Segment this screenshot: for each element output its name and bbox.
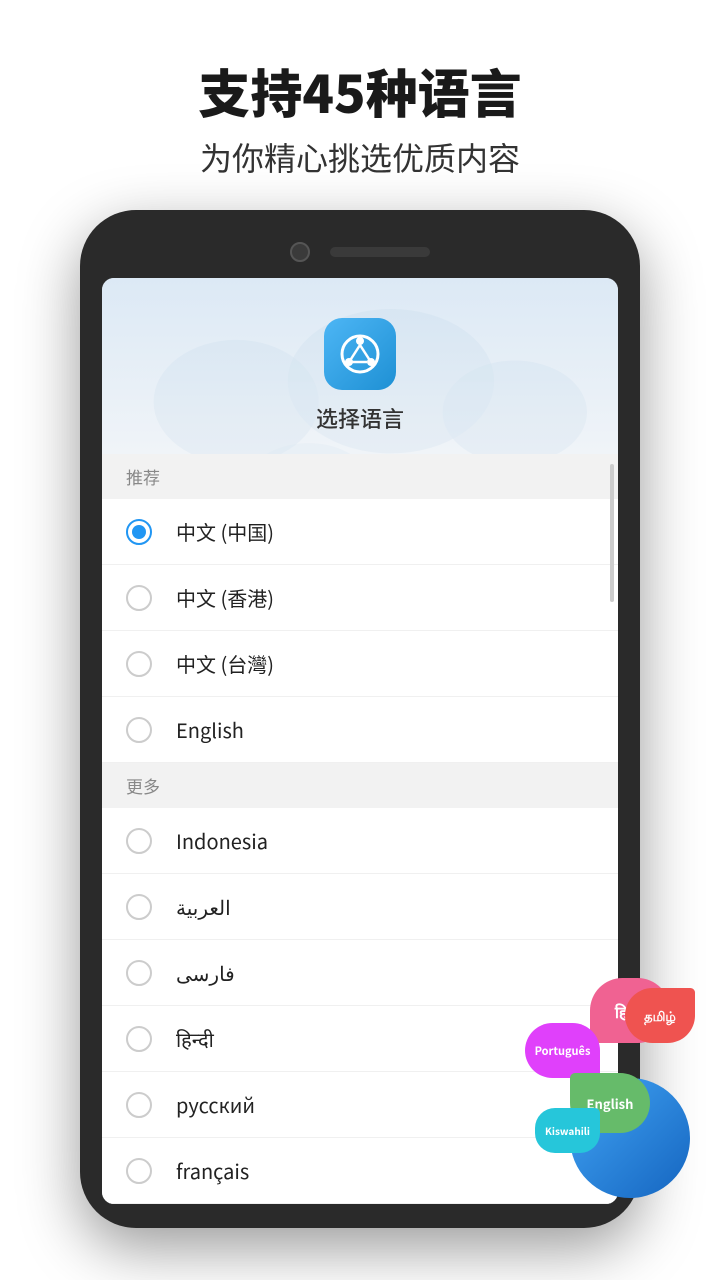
language-item-arabic[interactable]: العربية bbox=[102, 874, 618, 940]
phone-wrapper: 选择语言 推荐 中文 (中国) 中文 (香港) 中文 (台灣) bbox=[80, 210, 640, 1228]
radio-english bbox=[126, 717, 152, 743]
radio-zh-cn bbox=[126, 519, 152, 545]
radio-zh-tw bbox=[126, 651, 152, 677]
sticker-container: हिन्दी Português தமிழ் English Kiswahili bbox=[460, 978, 680, 1178]
bubble-tamil: தமிழ் bbox=[625, 988, 695, 1043]
language-item-zh-tw[interactable]: 中文 (台灣) bbox=[102, 631, 618, 697]
lang-text-english: English bbox=[176, 715, 244, 744]
app-icon-svg bbox=[338, 332, 382, 376]
lang-text-russian: русский bbox=[176, 1090, 255, 1119]
lang-text-farsi: فارسی bbox=[176, 958, 235, 987]
radio-farsi bbox=[126, 960, 152, 986]
scrollbar bbox=[610, 464, 614, 603]
lang-text-arabic: العربية bbox=[176, 892, 231, 921]
language-item-zh-cn[interactable]: 中文 (中国) bbox=[102, 499, 618, 565]
language-item-zh-hk[interactable]: 中文 (香港) bbox=[102, 565, 618, 631]
radio-inner-zh-cn bbox=[132, 525, 146, 539]
phone-top-bar bbox=[102, 234, 618, 278]
lang-text-indonesia: Indonesia bbox=[176, 826, 268, 855]
app-icon bbox=[324, 318, 396, 390]
header-title: 支持45种语言 bbox=[40, 60, 680, 122]
bubble-swahili: Kiswahili bbox=[535, 1108, 600, 1153]
lang-text-zh-tw: 中文 (台灣) bbox=[176, 649, 274, 678]
language-stickers: हिन्दी Português தமிழ் English Kiswahili bbox=[460, 978, 690, 1188]
section-label-recommended: 推荐 bbox=[102, 454, 618, 499]
radio-hindi bbox=[126, 1026, 152, 1052]
radio-indonesia bbox=[126, 828, 152, 854]
screen-header: 选择语言 bbox=[102, 278, 618, 454]
header-subtitle: 为你精心挑选优质内容 bbox=[40, 134, 680, 180]
language-list-recommended: 中文 (中国) 中文 (香港) 中文 (台灣) English bbox=[102, 499, 618, 763]
radio-russian bbox=[126, 1092, 152, 1118]
lang-text-zh-hk: 中文 (香港) bbox=[176, 583, 274, 612]
screen-title: 选择语言 bbox=[122, 402, 598, 434]
lang-text-french: français bbox=[176, 1156, 249, 1185]
section-label-more: 更多 bbox=[102, 763, 618, 808]
radio-arabic bbox=[126, 894, 152, 920]
phone-speaker bbox=[330, 247, 430, 257]
language-item-indonesia[interactable]: Indonesia bbox=[102, 808, 618, 874]
language-item-english[interactable]: English bbox=[102, 697, 618, 763]
phone-camera bbox=[290, 242, 310, 262]
radio-zh-hk bbox=[126, 585, 152, 611]
lang-text-hindi: हिन्दी bbox=[176, 1024, 214, 1053]
lang-text-zh-cn: 中文 (中国) bbox=[176, 517, 274, 546]
bubble-portuguese: Português bbox=[525, 1023, 600, 1078]
header-section: 支持45种语言 为你精心挑选优质内容 bbox=[0, 0, 720, 210]
radio-french bbox=[126, 1158, 152, 1184]
